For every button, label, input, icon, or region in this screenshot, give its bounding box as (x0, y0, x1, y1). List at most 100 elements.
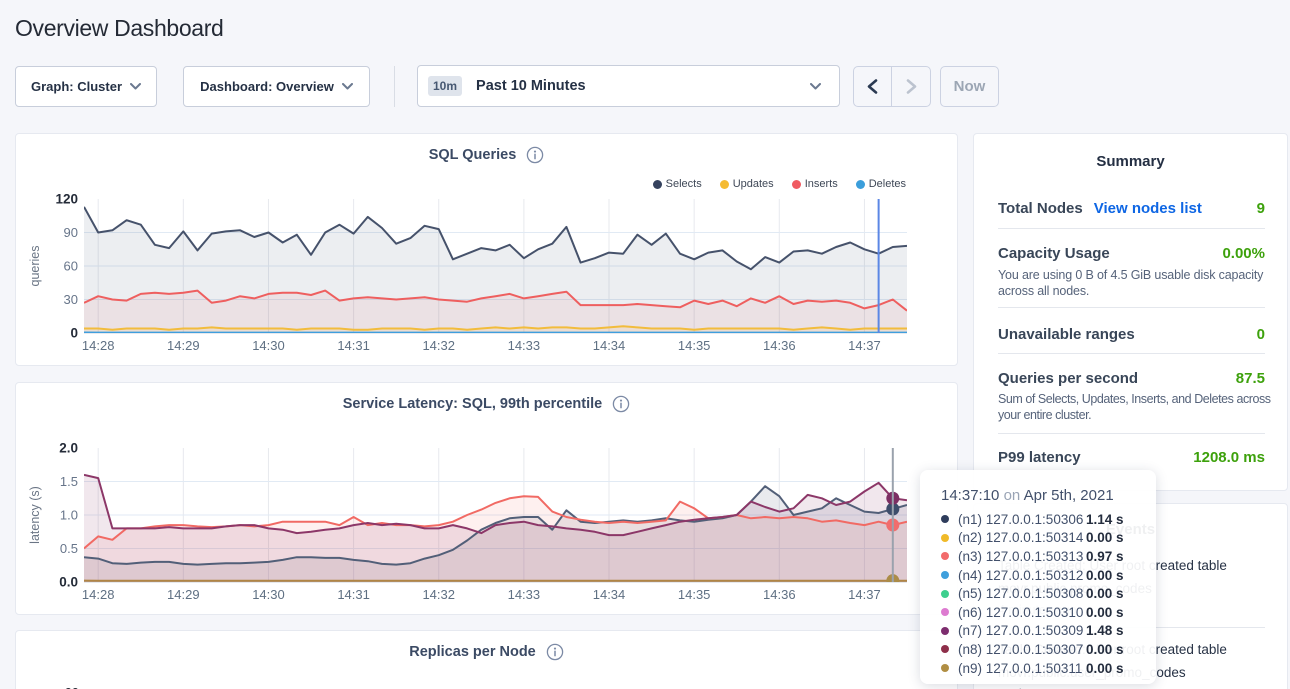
x-tick-label: 14:29 (167, 338, 200, 353)
dashboard-dropdown-label: Dashboard: Overview (200, 79, 334, 94)
tooltip-node-row: (n1) 127.0.0.1:503061.14 s (941, 510, 1156, 529)
tooltip-node-label: (n7) 127.0.0.1:50309 (958, 623, 1086, 638)
y-axis-unit-label: latency (s) (28, 486, 42, 544)
tooltip-node-row: (n7) 127.0.0.1:503091.48 s (941, 622, 1156, 641)
node-dot-icon (941, 552, 949, 560)
sql-queries-plot[interactable]: 030609012014:2814:2914:3014:3114:3214:33… (16, 134, 957, 365)
y-tick-label: 0.5 (60, 541, 78, 556)
tooltip-node-label: (n2) 127.0.0.1:50314 (958, 530, 1086, 545)
capacity-usage-value: 0.00% (1222, 245, 1265, 262)
x-tick-label: 14:36 (763, 338, 796, 353)
replicas-ymax-label: 60 (61, 685, 79, 689)
node-dot-icon (941, 645, 949, 653)
tooltip-node-row: (n5) 127.0.0.1:503080.00 s (941, 584, 1156, 603)
x-tick-label: 14:31 (337, 587, 370, 602)
x-tick-label: 14:28 (82, 338, 115, 353)
tooltip-node-value: 0.00 s (1086, 642, 1124, 657)
chevron-right-icon (906, 79, 917, 94)
x-tick-label: 14:34 (593, 587, 626, 602)
x-tick-label: 14:37 (848, 338, 881, 353)
x-tick-label: 14:28 (82, 587, 115, 602)
tooltip-node-value: 0.00 s (1086, 530, 1124, 545)
node-dot-icon (941, 627, 949, 635)
service-latency-plot[interactable]: 0.00.51.01.52.014:2814:2914:3014:3114:32… (16, 383, 957, 614)
tooltip-node-label: (n5) 127.0.0.1:50308 (958, 586, 1086, 601)
x-tick-label: 14:31 (337, 338, 370, 353)
tooltip-node-row: (n6) 127.0.0.1:503100.00 s (941, 603, 1156, 622)
y-tick-label: 1.5 (60, 474, 78, 489)
tooltip-node-row: (n3) 127.0.0.1:503130.97 s (941, 547, 1156, 566)
dashboard-dropdown[interactable]: Dashboard: Overview (183, 66, 370, 107)
x-tick-label: 14:35 (678, 338, 711, 353)
tooltip-node-row: (n4) 127.0.0.1:503120.00 s (941, 566, 1156, 585)
tooltip-node-row: (n8) 127.0.0.1:503070.00 s (941, 640, 1156, 659)
tooltip-node-row: (n9) 127.0.0.1:503110.00 s (941, 659, 1156, 678)
y-tick-label: 30 (64, 292, 78, 307)
now-button[interactable]: Now (940, 66, 999, 107)
tooltip-node-value: 1.48 s (1086, 623, 1124, 638)
summary-panel-title: Summary (974, 153, 1287, 170)
x-tick-label: 14:36 (763, 587, 796, 602)
tooltip-node-value: 1.14 s (1086, 512, 1124, 527)
service-latency-chart-card: Service Latency: SQL, 99th percentile 0.… (15, 382, 958, 615)
chevron-down-icon (810, 83, 821, 90)
x-tick-label: 14:35 (678, 587, 711, 602)
summary-row-queries-per-second: Queries per second 87.5 (998, 370, 1265, 388)
graph-scope-dropdown[interactable]: Graph: Cluster (15, 66, 157, 107)
tooltip-node-label: (n4) 127.0.0.1:50312 (958, 568, 1086, 583)
summary-row-total-nodes: Total NodesView nodes list 9 (998, 200, 1265, 218)
tooltip-node-value: 0.00 s (1086, 605, 1124, 620)
y-tick-label: 0 (70, 326, 78, 341)
time-range-badge: 10m (428, 76, 462, 96)
tooltip-node-label: (n3) 127.0.0.1:50313 (958, 549, 1086, 564)
view-nodes-list-link[interactable]: View nodes list (1094, 200, 1202, 217)
controls-divider (394, 66, 395, 107)
summary-row-unavailable-ranges: Unavailable ranges 0 (998, 326, 1265, 344)
p99-latency-value: 1208.0 ms (1193, 449, 1265, 466)
summary-row-p99-latency: P99 latency 1208.0 ms (998, 449, 1265, 467)
graph-scope-dropdown-label: Graph: Cluster (31, 79, 122, 94)
x-tick-label: 14:32 (422, 338, 455, 353)
x-tick-label: 14:32 (422, 587, 455, 602)
node-dot-icon (941, 515, 949, 523)
x-tick-label: 14:33 (508, 338, 541, 353)
summary-panel: Summary Total NodesView nodes list 9 Cap… (973, 133, 1288, 491)
y-axis-unit-label: queries (28, 246, 42, 287)
tooltip-timestamp: 14:37:10 on Apr 5th, 2021 (941, 487, 1156, 504)
tooltip-node-label: (n9) 127.0.0.1:50311 (958, 661, 1086, 676)
y-tick-label: 1.0 (60, 508, 78, 523)
x-tick-label: 14:30 (252, 587, 285, 602)
x-tick-label: 14:29 (167, 587, 200, 602)
node-dot-icon (941, 590, 949, 598)
replicas-per-node-chart-card: Replicas per Node (15, 630, 958, 689)
tooltip-node-value: 0.97 s (1086, 549, 1124, 564)
chevron-down-icon (342, 83, 353, 90)
tooltip-node-label: (n1) 127.0.0.1:50306 (958, 512, 1086, 527)
unavailable-ranges-value: 0 (1257, 326, 1265, 343)
time-range-dropdown[interactable]: 10m Past 10 Minutes (417, 65, 840, 107)
chart-title-replicas-per-node: Replicas per Node (409, 644, 536, 660)
tooltip-node-value: 0.00 s (1086, 661, 1124, 676)
time-window-prev-button[interactable] (854, 67, 892, 106)
tooltip-node-label: (n8) 127.0.0.1:50307 (958, 642, 1086, 657)
tooltip-node-value: 0.00 s (1086, 568, 1124, 583)
tooltip-node-value: 0.00 s (1086, 586, 1124, 601)
tooltip-node-label: (n6) 127.0.0.1:50310 (958, 605, 1086, 620)
time-window-next-button[interactable] (892, 67, 930, 106)
time-range-label: Past 10 Minutes (476, 78, 586, 94)
node-dot-icon (941, 608, 949, 616)
x-tick-label: 14:33 (508, 587, 541, 602)
chevron-down-icon (130, 83, 141, 90)
tooltip-node-row: (n2) 127.0.0.1:503140.00 s (941, 529, 1156, 548)
y-tick-label: 90 (64, 225, 78, 240)
node-dot-icon (941, 664, 949, 672)
time-window-arrows (853, 66, 931, 107)
summary-row-capacity-usage: Capacity Usage 0.00% (998, 245, 1265, 263)
info-icon[interactable] (546, 643, 564, 661)
node-dot-icon (941, 571, 949, 579)
chart-hover-tooltip: 14:37:10 on Apr 5th, 2021 (n1) 127.0.0.1… (920, 470, 1156, 684)
node-dot-icon (941, 534, 949, 542)
total-nodes-value: 9 (1257, 200, 1265, 217)
sql-queries-chart-card: SQL Queries Selects Updates Inserts Dele… (15, 133, 958, 366)
queries-per-second-subtext: Sum of Selects, Updates, Inserts, and De… (998, 392, 1278, 423)
